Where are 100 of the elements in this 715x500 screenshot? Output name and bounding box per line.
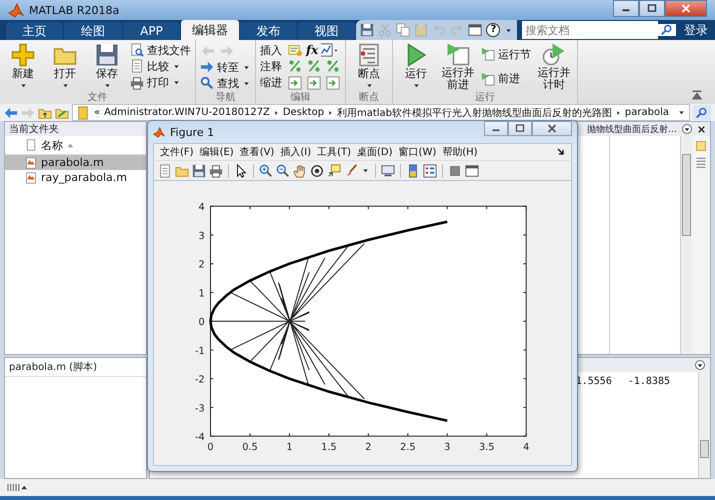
toolstrip-icon-button[interactable] (321, 42, 338, 58)
toolstrip-button[interactable]: 运行并计时 (535, 42, 573, 91)
toolstrip-icon-button[interactable] (325, 74, 341, 91)
toolstrip-button[interactable]: 打印 (130, 75, 181, 90)
ribbon-tab[interactable]: 绘图 (64, 22, 122, 40)
document-icon[interactable] (158, 164, 172, 178)
monitor-icon[interactable] (381, 164, 395, 178)
search-icon[interactable] (658, 24, 676, 36)
document-play-icon (446, 42, 470, 66)
clipboard-icon[interactable] (414, 23, 428, 37)
login-button[interactable]: 登录 (677, 20, 715, 40)
hand-icon[interactable] (293, 164, 307, 178)
toolstrip-button[interactable]: 前进 (481, 71, 520, 86)
menu-item[interactable]: 插入(I) (280, 145, 312, 159)
printer-icon[interactable] (209, 164, 223, 178)
help-button[interactable]: ? (486, 23, 500, 37)
menu-item[interactable]: 编辑(E) (200, 145, 234, 159)
toolstrip-button[interactable]: 缩进 (260, 75, 282, 90)
toolstrip-button[interactable]: 打开 (46, 43, 84, 90)
minimize-button[interactable] (484, 121, 508, 136)
ribbon-tab[interactable]: 发布 (240, 22, 298, 40)
collapse-icon[interactable] (691, 89, 703, 101)
document-icon (25, 139, 37, 151)
colorbar-icon[interactable] (406, 164, 420, 178)
scrollbar[interactable] (698, 372, 710, 478)
zoom-in-icon[interactable] (259, 164, 273, 178)
dock-arrow-icon[interactable] (557, 148, 565, 156)
close-button[interactable] (532, 121, 572, 136)
rotate-icon[interactable] (310, 164, 324, 178)
toolstrip-button[interactable]: 比较 (130, 58, 181, 74)
toolstrip-button[interactable]: 运行并前进 (439, 42, 477, 91)
ribbon-tab[interactable]: 视图 (298, 22, 356, 40)
arrow-left-icon[interactable] (4, 106, 18, 120)
group-label: 断点 (346, 91, 392, 104)
menu-item[interactable]: 桌面(D) (357, 145, 393, 159)
data-tip-icon[interactable] (327, 164, 341, 178)
address-field[interactable]: « Administrator.WIN7U-20180127Z Desktop 利用matlab软件模拟平行光入射抛物线型曲面后反射的光路图 parabola (72, 104, 690, 121)
toolstrip-button[interactable]: 保存 (88, 43, 126, 90)
note-icon (288, 43, 302, 58)
breadcrumb[interactable]: 利用matlab软件模拟平行光入射抛物线型曲面后反射的光路图 (336, 106, 612, 120)
toolstrip-icon-button[interactable] (306, 74, 322, 91)
toolstrip-button[interactable]: 新建 (4, 43, 42, 90)
ribbon-tab[interactable]: 编辑器 (181, 20, 239, 40)
toolstrip-button[interactable]: 运行节 (481, 46, 531, 62)
maximize-button[interactable] (639, 0, 665, 17)
ribbon-tab[interactable]: APP (122, 22, 180, 40)
panel-title: 当前文件夹 (5, 122, 146, 136)
toolstrip-button[interactable]: 查找文件 (130, 42, 191, 58)
dropdown-circle-icon[interactable] (694, 359, 706, 371)
printer-icon (130, 76, 144, 90)
overflow-chevron[interactable]: « (94, 107, 100, 118)
toolstrip-button[interactable]: 断点 (350, 43, 388, 90)
command-output: -1.8385 (628, 376, 670, 387)
indent-icon (326, 76, 340, 90)
menu-item[interactable]: 文件(F) (160, 145, 194, 159)
maximize-icon (513, 124, 527, 133)
file-item[interactable]: parabola.m (5, 155, 146, 170)
search-button[interactable] (693, 105, 711, 120)
toolstrip-button[interactable]: 转至 (200, 60, 251, 74)
menu-item[interactable]: 帮助(H) (442, 145, 478, 159)
close-button[interactable] (665, 0, 707, 17)
document-icon (130, 59, 144, 74)
scrollbar[interactable] (680, 136, 692, 354)
toolstrip-button[interactable]: 运行 (397, 43, 435, 90)
ribbon-tab[interactable]: 主页 (6, 22, 64, 40)
toolstrip-icon-button[interactable] (287, 74, 303, 91)
pointer-icon[interactable] (234, 164, 248, 178)
window-icon[interactable] (468, 23, 482, 37)
grip-icon[interactable] (6, 483, 28, 492)
square-icon[interactable] (448, 164, 462, 178)
search-field[interactable]: 搜索文档 (522, 21, 658, 39)
close-icon[interactable] (697, 124, 706, 134)
copy-icon[interactable] (396, 23, 410, 37)
percent-icon (326, 59, 340, 74)
y-tick-label: -2 (194, 374, 205, 386)
column-header[interactable]: 名称 (41, 138, 63, 152)
document-play-icon (481, 72, 495, 86)
dropdown-circle-icon[interactable] (681, 123, 693, 135)
toolstrip-icon-button[interactable] (287, 42, 303, 58)
toolstrip-button[interactable]: 注释 (260, 58, 282, 74)
menu-item[interactable]: 窗口(W) (398, 145, 436, 159)
legend-icon[interactable] (423, 164, 437, 178)
breadcrumb[interactable]: Desktop (282, 107, 324, 118)
x-tick-label: 1 (286, 442, 293, 453)
menu-item[interactable]: 查看(V) (240, 145, 274, 159)
toolstrip-button[interactable]: fx (306, 43, 318, 58)
toolstrip-button[interactable]: 查找 (200, 76, 251, 90)
maximize-button[interactable] (508, 121, 532, 136)
arrow-right-icon (200, 60, 214, 74)
menu-item[interactable]: 工具(T) (317, 145, 352, 159)
x-tick-label: 3 (444, 442, 450, 453)
editor-tab-title[interactable]: 抛物线型曲面后反射… (587, 122, 677, 136)
minimize-button[interactable] (613, 0, 639, 17)
zoom-out-icon[interactable] (276, 164, 290, 178)
file-item[interactable]: ray_parabola.m (5, 170, 146, 185)
breadcrumb[interactable]: parabola (624, 107, 669, 118)
window-icon[interactable] (465, 164, 479, 178)
toolstrip-button[interactable]: 插入 (260, 42, 282, 58)
brush-icon[interactable] (344, 164, 358, 178)
breadcrumb[interactable]: Administrator.WIN7U-20180127Z (104, 107, 270, 118)
